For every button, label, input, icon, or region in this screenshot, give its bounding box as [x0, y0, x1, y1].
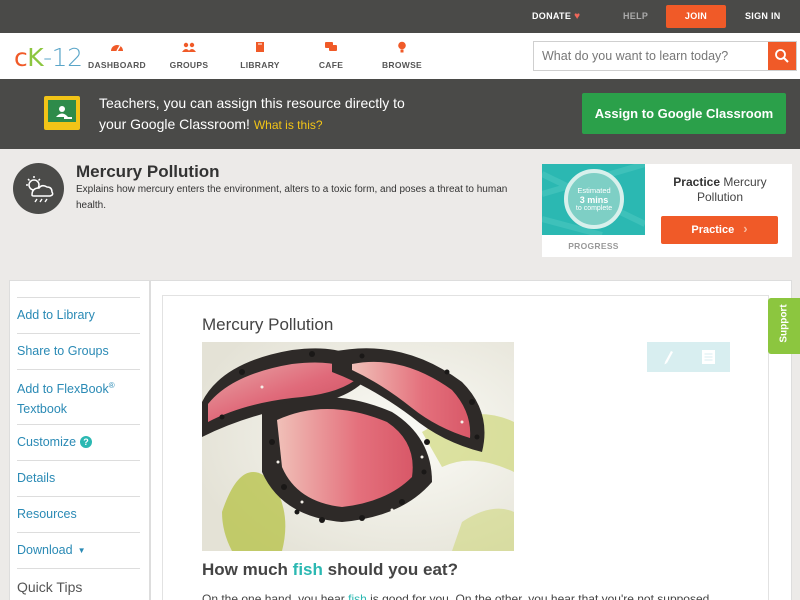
nav-browse-label: BROWSE [381, 60, 423, 70]
vocab-link-fish[interactable]: fish [293, 560, 323, 579]
nav-cafe[interactable]: CAFE [296, 41, 366, 70]
nav-groups-label: GROUPS [169, 60, 209, 70]
top-utility-bar: DONATE ♥ HELP JOIN SIGN IN [0, 0, 800, 33]
notes-icon[interactable] [702, 350, 715, 364]
help-link[interactable]: HELP [623, 0, 648, 33]
main-nav: cK-12 DASHBOARD GROUPS LIBRARY CAFE BROW… [0, 33, 800, 79]
heading-text-pre: How much [202, 560, 293, 579]
download-link[interactable]: Download ▼ [17, 532, 140, 568]
groups-icon [182, 42, 196, 52]
teacher-message: Teachers, you can assign this resource d… [99, 93, 549, 136]
heading-text-post: should you eat? [322, 560, 458, 579]
vocab-link-fish-paragraph[interactable]: fish [348, 592, 367, 600]
intro-paragraph: On the one hand, you hear fish is good f… [202, 592, 742, 600]
assign-google-classroom-button[interactable]: Assign to Google Classroom [582, 93, 786, 134]
lesson-sidebar: Add to Library Share to Groups Add to Fl… [9, 280, 150, 600]
estimated-label: Estimated [577, 186, 611, 195]
practice-progress-graphic: Estimated 3 mins to complete [542, 164, 645, 235]
progress-label: PROGRESS [568, 241, 619, 251]
resources-link[interactable]: Resources [17, 496, 140, 532]
cafe-icon [325, 42, 337, 51]
add-to-flexbook-link[interactable]: Add to FlexBook® Textbook [17, 369, 140, 425]
practice-button[interactable]: Practice › [661, 216, 778, 244]
dashboard-icon [111, 45, 123, 52]
search-box [533, 41, 797, 71]
section-heading: How much fish should you eat? [202, 560, 458, 580]
nav-library[interactable]: LIBRARY [225, 41, 295, 70]
nav-cafe-label: CAFE [318, 60, 344, 70]
teacher-banner: Teachers, you can assign this resource d… [0, 79, 800, 149]
share-to-groups-link[interactable]: Share to Groups [17, 333, 140, 369]
ck12-logo[interactable]: cK-12 [14, 43, 83, 72]
search-button[interactable] [768, 42, 796, 70]
topic-title: Mercury Pollution [76, 162, 220, 181]
browse-icon [398, 41, 406, 53]
practice-title-bold: Practice [673, 175, 720, 189]
help-icon[interactable]: ? [80, 436, 93, 448]
search-icon [775, 49, 789, 63]
topic-description: Explains how mercury enters the environm… [76, 184, 508, 211]
estimated-mins: 3 mins [579, 195, 609, 205]
library-icon [256, 42, 264, 52]
sign-in-link[interactable]: SIGN IN [745, 0, 781, 33]
download-label: Download [17, 543, 73, 557]
nav-dashboard[interactable]: DASHBOARD [82, 41, 152, 70]
logo-c: c [14, 43, 28, 72]
logo-number: -12 [43, 43, 83, 72]
support-tab[interactable]: Support [768, 298, 800, 354]
nav-library-label: LIBRARY [240, 60, 280, 70]
support-label: Support [778, 304, 790, 343]
nav-browse[interactable]: BROWSE [367, 41, 437, 70]
nav-groups[interactable]: GROUPS [154, 41, 224, 70]
what-is-this-link[interactable]: What is this? [254, 118, 323, 132]
quick-tips-heading: Quick Tips [17, 568, 140, 600]
paragraph-text-post: is good for you. On the other, you hear … [366, 592, 710, 600]
seared-tuna-image [202, 342, 514, 551]
lesson-title: Mercury Pollution [202, 315, 334, 334]
customize-label: Customize [17, 435, 77, 449]
donate-link[interactable]: DONATE ♥ [532, 0, 580, 33]
flexbook-textbook-label: Textbook [17, 402, 68, 417]
practice-card: Estimated 3 mins to complete PROGRESS Pr… [542, 164, 792, 257]
edit-pencil-icon[interactable] [664, 351, 674, 365]
teacher-message-line1: Teachers, you can assign this resource d… [99, 95, 405, 111]
paragraph-text-pre: On the one hand, you hear [202, 592, 349, 600]
join-button[interactable]: JOIN [666, 5, 726, 28]
flexbook-label: Add to FlexBook [17, 382, 109, 397]
practice-title: Practice Mercury Pollution [657, 175, 783, 205]
chevron-right-icon: › [743, 221, 748, 236]
practice-button-label: Practice [691, 224, 735, 236]
heart-icon: ♥ [574, 11, 581, 22]
donate-label: DONATE [532, 11, 572, 21]
customize-link[interactable]: Customize? [17, 424, 140, 460]
logo-k: K [27, 43, 44, 72]
lesson-tools [647, 342, 730, 372]
details-link[interactable]: Details [17, 460, 140, 496]
weather-storm-icon [13, 163, 64, 214]
search-input[interactable] [534, 42, 768, 70]
to-complete-label: to complete [575, 205, 613, 212]
nav-dashboard-label: DASHBOARD [88, 60, 146, 70]
caret-down-icon: ▼ [77, 546, 86, 555]
estimated-time-ring: Estimated 3 mins to complete [564, 169, 624, 229]
teacher-message-line2: your Google Classroom! [99, 116, 250, 132]
google-classroom-icon [44, 96, 80, 130]
add-to-library-link[interactable]: Add to Library [17, 297, 140, 333]
registered-mark: ® [108, 381, 115, 390]
